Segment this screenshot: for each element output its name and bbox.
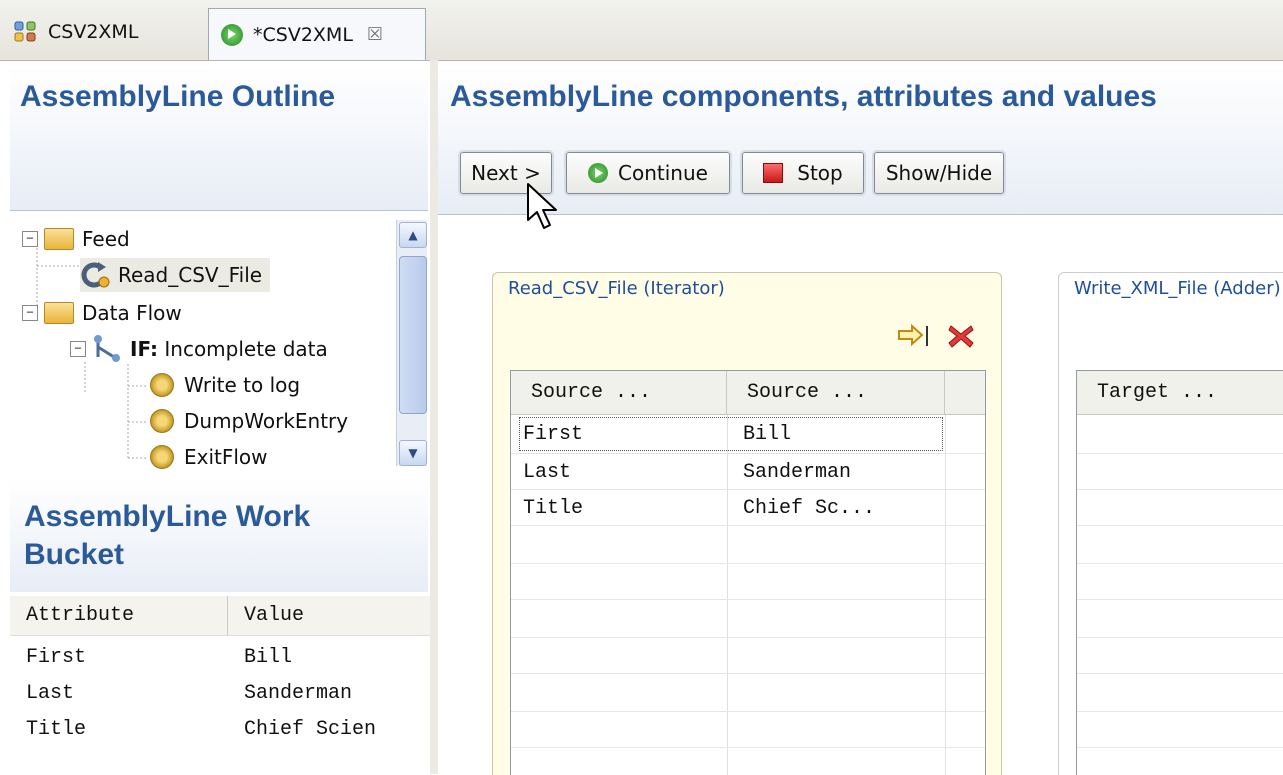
work-bucket-table: Attribute Value First Bill Last Sanderma… (10, 596, 430, 774)
branch-icon (94, 335, 120, 362)
source-value-cell[interactable]: Bill (743, 417, 943, 453)
tab-label: *CSV2XML (253, 23, 353, 46)
scroll-up-icon[interactable]: ▲ (399, 222, 427, 248)
collapse-icon[interactable]: − (22, 231, 38, 247)
tree-item-data-flow[interactable]: − Data Flow (22, 296, 182, 330)
stop-icon (763, 163, 784, 183)
collapse-icon[interactable]: − (22, 305, 38, 321)
source-value-cell[interactable]: Sanderman (743, 455, 943, 491)
source-value-cell[interactable]: Chief Sc... (743, 491, 943, 527)
script-component-icon (150, 373, 174, 397)
mouse-cursor-icon (527, 183, 557, 229)
map-attribute-icon[interactable] (896, 320, 932, 350)
bucket-value-cell: Chief Scien (244, 718, 377, 741)
if-prefix: IF: (130, 337, 159, 361)
iterator-connector-icon (81, 262, 110, 288)
assemblyline-tree: − Feed Read_CSV_File − Data Flow − IF: I… (10, 214, 428, 476)
bucket-value-cell: Bill (244, 646, 293, 669)
tree-item-exitflow[interactable]: ExitFlow (150, 440, 268, 474)
collapse-icon[interactable]: − (70, 341, 86, 357)
component-attribute-table: Target ... (1076, 370, 1283, 775)
scroll-down-icon[interactable]: ▼ (399, 440, 427, 466)
show-hide-button[interactable]: Show/Hide (872, 150, 1006, 196)
tree-item-write-to-log[interactable]: Write to log (150, 368, 300, 402)
tree-scrollbar[interactable]: ▲ ▼ (396, 220, 427, 466)
close-icon[interactable]: ☒ (367, 24, 383, 45)
folder-icon (44, 302, 74, 324)
stop-button[interactable]: Stop (740, 150, 866, 196)
tree-item-read-csv-file[interactable]: Read_CSV_File (80, 258, 271, 292)
continue-button[interactable]: Continue (564, 150, 732, 196)
component-panel-label: Write_XML_File (Adder) (1070, 278, 1283, 299)
tree-item-feed[interactable]: − Feed (22, 222, 130, 256)
tab-csv2xml[interactable]: CSV2XML (6, 6, 196, 58)
pane-splitter[interactable] (430, 60, 438, 774)
component-attribute-table: Source ... Source ... First Bill Last Sa… (510, 370, 986, 775)
column-header-attribute[interactable]: Attribute (10, 596, 228, 636)
components-icon (14, 19, 40, 45)
source-attr-cell[interactable]: Last (523, 455, 723, 491)
tree-item-if-incomplete-data[interactable]: − IF: Incomplete data (70, 332, 328, 366)
source-attr-cell[interactable]: First (523, 417, 723, 453)
scrollbar-thumb[interactable] (399, 256, 427, 414)
source-attr-cell[interactable]: Title (523, 491, 723, 527)
component-panel-label: Read_CSV_File (Iterator) (504, 278, 729, 299)
tab-csv2xml-active[interactable]: *CSV2XML ☒ (208, 8, 426, 60)
script-component-icon (150, 445, 174, 469)
remove-icon[interactable] (946, 322, 976, 350)
column-header-value[interactable]: Value (228, 596, 430, 636)
bucket-value-cell: Sanderman (244, 682, 353, 705)
bucket-attr-cell: First (26, 646, 87, 669)
bucket-attr-cell: Title (26, 718, 87, 741)
column-header-source[interactable]: Source ... (727, 371, 945, 415)
run-icon (219, 22, 245, 48)
work-bucket-title: AssemblyLine Work Bucket (24, 500, 311, 571)
tree-item-dumpworkentry[interactable]: DumpWorkEntry (150, 404, 348, 438)
column-header-source[interactable]: Source ... (511, 371, 727, 415)
tab-label: CSV2XML (48, 21, 139, 43)
outline-title: AssemblyLine Outline (20, 80, 336, 113)
folder-icon (44, 228, 74, 250)
script-component-icon (150, 409, 174, 433)
bucket-attr-cell: Last (26, 682, 75, 705)
components-title: AssemblyLine components, attributes and … (450, 80, 1157, 113)
column-header-target[interactable]: Target ... (1077, 371, 1283, 415)
play-icon (588, 163, 609, 183)
